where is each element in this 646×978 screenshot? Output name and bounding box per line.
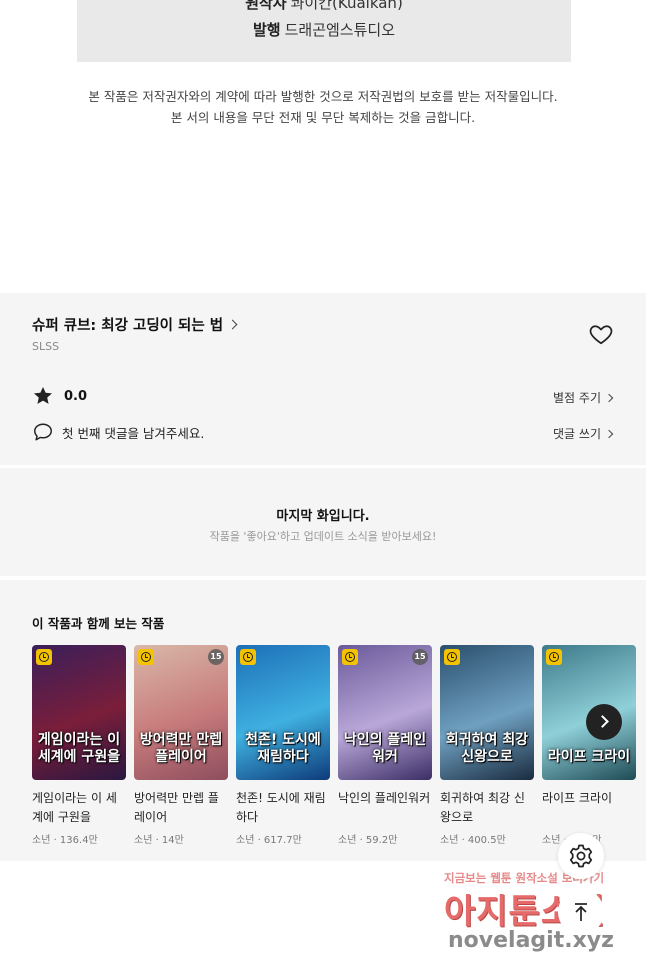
recommendation-meta: 소년 · 617.7만 <box>236 835 302 846</box>
cover-title-art: 천존! 도시에 재림하다 <box>245 732 321 765</box>
chevron-right-icon <box>604 393 614 402</box>
cover-image: 방어력만 만렙 플레이어 15 <box>134 645 228 780</box>
cover-image: 낙인의 플레인워커 15 <box>338 645 432 780</box>
recommendation-title: 게임이라는 이 세계에 구원을 <box>32 791 117 824</box>
rating-row: 0.0 <box>32 385 87 407</box>
cover-image: 회귀하여 최강 신왕으로 <box>440 645 534 780</box>
comment-bubble-icon <box>34 423 52 441</box>
clock-badge-icon <box>138 649 154 665</box>
recommendation-title: 낙인의 플레인워커 <box>338 791 431 805</box>
recommendation-card[interactable]: 라이프 크라이라이프 크라이소년 · 75.6만 <box>542 645 636 846</box>
cover-title-art: 라이프 크라이 <box>547 749 631 765</box>
clock-badge-icon <box>342 649 358 665</box>
write-comment-button[interactable]: 댓글 쓰기 <box>553 425 614 442</box>
recommendation-meta: 소년 · 400.5만 <box>440 835 506 846</box>
original-author-label: 원작사 <box>245 0 287 12</box>
clock-badge-icon <box>444 649 460 665</box>
recommendations-heading: 이 작품과 함께 보는 작품 <box>32 616 165 631</box>
clock-badge-icon <box>240 649 256 665</box>
recommendation-card[interactable]: 방어력만 만렙 플레이어 15 방어력만 만렙 플레이어소년 · 14만 <box>134 645 228 846</box>
recommendation-title: 방어력만 만렙 플레이어 <box>134 791 219 824</box>
copyright-notice-line1: 본 작품은 저작권자와의 계약에 따라 발행한 것으로 저작권법의 보호를 받는… <box>88 89 558 104</box>
comment-prompt: 첫 번째 댓글을 남겨주세요. <box>62 425 205 441</box>
recommendation-card[interactable]: 낙인의 플레인워커 15 낙인의 플레인워커소년 · 59.2만 <box>338 645 432 846</box>
star-icon <box>34 387 52 404</box>
recommendation-meta: 소년 · 136.4만 <box>32 835 98 846</box>
series-author: SLSS <box>32 340 60 353</box>
cover-title-art: 회귀하여 최강 신왕으로 <box>445 732 529 765</box>
last-episode-title: 마지막 화입니다. <box>276 509 370 524</box>
age-rating-badge: 15 <box>208 649 224 665</box>
cover-title-art: 게임이라는 이 세계에 구원을 <box>37 732 121 765</box>
last-episode-panel: 마지막 화입니다. 작품을 '좋아요'하고 업데이트 소식을 받아보세요! <box>0 468 646 576</box>
watermark: 지금보는 웹툰 원작소설 보러가기 아지툰소설 novelagit.xyz <box>430 866 640 966</box>
age-rating-badge: 15 <box>412 649 428 665</box>
original-author-line: 원작사 콰이칸(Kuaikan) <box>77 0 571 13</box>
clock-badge-icon <box>546 649 562 665</box>
chevron-right-icon <box>596 715 609 728</box>
arrow-up-icon <box>575 903 587 921</box>
chevron-right-icon <box>604 429 614 438</box>
series-title: 슈퍼 큐브: 최강 고딩이 되는 법 <box>32 318 224 334</box>
cover-title-art: 낙인의 플레인워커 <box>343 732 427 765</box>
carousel-next-button[interactable] <box>586 704 622 740</box>
recommendation-meta: 소년 · 14만 <box>134 835 184 846</box>
write-comment-label: 댓글 쓰기 <box>553 427 601 441</box>
heart-icon[interactable] <box>588 321 614 347</box>
publisher-label: 발행 <box>252 21 281 39</box>
recommendation-title: 회귀하여 최강 신왕으로 <box>440 791 525 824</box>
series-title-link[interactable]: 슈퍼 큐브: 최강 고딩이 되는 법 <box>32 314 238 335</box>
publisher-value: 드래곤엠스튜디오 <box>284 21 395 39</box>
recommendations-panel: 이 작품과 함께 보는 작품 게임이라는 이 세계에 구원을 게임이라는 이 세계… <box>0 580 646 861</box>
scroll-top-button[interactable] <box>558 889 604 935</box>
copyright-notice-line2: 본 서의 내용을 무단 전재 및 무단 복제하는 것을 금합니다. <box>170 110 476 125</box>
series-info-panel: 슈퍼 큐브: 최강 고딩이 되는 법 SLSS 0.0 별점 주기 첫 번째 댓… <box>0 293 646 465</box>
chevron-right-icon <box>227 319 238 330</box>
rate-button[interactable]: 별점 주기 <box>553 389 614 406</box>
last-episode-subtitle: 작품을 '좋아요'하고 업데이트 소식을 받아보세요! <box>209 530 437 543</box>
clock-badge-icon <box>36 649 52 665</box>
publisher-line: 발행 드래곤엠스튜디오 <box>77 19 571 40</box>
recommendation-meta: 소년 · 59.2만 <box>338 835 398 846</box>
recommendation-title: 천존! 도시에 재림하다 <box>236 791 326 824</box>
original-author-value: 콰이칸(Kuaikan) <box>290 0 403 12</box>
recommendation-card[interactable]: 천존! 도시에 재림하다 천존! 도시에 재림하다 소년 · 617.7만 <box>236 645 330 846</box>
recommendation-title: 라이프 크라이 <box>542 791 613 805</box>
comment-row: 첫 번째 댓글을 남겨주세요. <box>32 421 204 443</box>
recommendation-card[interactable]: 게임이라는 이 세계에 구원을 게임이라는 이 세계에 구원을 소년 · 136.4… <box>32 645 126 846</box>
cover-title-art: 방어력만 만렙 플레이어 <box>139 732 223 765</box>
cover-image: 천존! 도시에 재림하다 <box>236 645 330 780</box>
rate-button-label: 별점 주기 <box>553 391 601 405</box>
credits-box: 원작사 콰이칸(Kuaikan) 발행 드래곤엠스튜디오 <box>77 0 571 62</box>
cover-image: 게임이라는 이 세계에 구원을 <box>32 645 126 780</box>
settings-button[interactable] <box>558 833 604 879</box>
recommendation-card[interactable]: 회귀하여 최강 신왕으로 회귀하여 최강 신왕으로 소년 · 400.5만 <box>440 645 534 846</box>
rating-value: 0.0 <box>64 388 88 404</box>
recommendations-list: 게임이라는 이 세계에 구원을 게임이라는 이 세계에 구원을 소년 · 136.4… <box>32 645 644 846</box>
gear-icon <box>569 844 593 868</box>
